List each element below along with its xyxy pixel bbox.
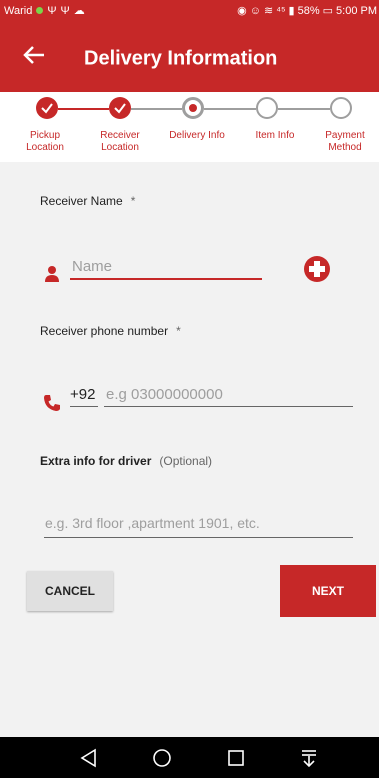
step-label-pickup: Pickup Location <box>26 130 64 153</box>
step-pending-icon <box>330 97 352 119</box>
receiver-name-label: Receiver Name * <box>40 194 135 208</box>
optional-label: (Optional) <box>159 454 213 468</box>
step-label-payment: Payment Method <box>325 130 365 153</box>
system-nav-bar <box>0 737 379 778</box>
network-type: ⁴⁵ <box>276 4 286 17</box>
extra-info-input[interactable]: e.g. 3rd floor ,apartment 1901, etc. <box>45 515 260 531</box>
clock: 5:00 PM <box>336 4 377 17</box>
step-connector <box>204 108 256 110</box>
progress-stepper: Pickup Location Receiver Location Delive… <box>0 92 379 162</box>
back-triangle-icon[interactable] <box>78 747 100 769</box>
step-label-receiver: Receiver Location <box>100 130 140 153</box>
required-mark: * <box>130 194 136 208</box>
signal-icon: ▮ <box>288 5 295 17</box>
step-label-item: Item Info <box>255 130 295 141</box>
required-mark: * <box>176 324 181 338</box>
page-title: Delivery Information <box>84 47 278 70</box>
next-button[interactable]: NEXT <box>280 565 376 617</box>
receiver-name-label-text: Receiver Name <box>40 194 123 208</box>
home-circle-icon[interactable] <box>151 747 173 769</box>
status-bar: Warid Ψ Ψ ☁ ◉ ☺ ≋ ⁴⁵ ▮ 58% ▭ 5:00 PM <box>0 0 379 22</box>
usb-icon: Ψ <box>47 4 57 17</box>
battery-percent: 58% <box>297 4 320 17</box>
receiver-name-input[interactable]: Name <box>72 258 112 275</box>
step-pending-icon <box>256 97 278 119</box>
phone-number-input[interactable]: e.g 03000000000 <box>106 386 223 403</box>
cancel-button[interactable]: CANCEL <box>27 571 113 611</box>
step-done-check-icon <box>36 97 58 119</box>
step-connector <box>278 108 330 110</box>
extra-info-label: Extra info for driver (Optional) <box>40 454 212 468</box>
notification-shade-icon[interactable] <box>298 747 320 769</box>
carrier-name: Warid <box>4 4 33 17</box>
receiver-name-underline <box>70 278 262 280</box>
step-active-icon <box>182 97 204 119</box>
step-label-delivery: Delivery Info <box>169 130 225 141</box>
country-code: +92 <box>70 386 96 403</box>
recent-apps-square-icon[interactable] <box>225 747 247 769</box>
step-connector <box>58 108 109 110</box>
step-connector <box>131 108 182 110</box>
location-icon: ◉ <box>237 5 247 17</box>
eye-icon: ☺ <box>249 4 262 17</box>
app-bar: Delivery Information <box>0 22 379 92</box>
phone-label: Receiver phone number * <box>40 324 181 338</box>
add-contact-plus-icon[interactable] <box>303 255 331 283</box>
extra-info-label-text: Extra info for driver <box>40 454 152 468</box>
delivery-form: Receiver Name * Name Receiver phone numbe… <box>0 162 379 737</box>
usb-icon: Ψ <box>60 4 70 17</box>
carrier-status-icon <box>36 7 44 14</box>
extra-info-underline <box>44 537 353 538</box>
back-arrow-icon[interactable] <box>20 40 50 70</box>
wifi-icon: ≋ <box>264 5 274 17</box>
country-code-underline <box>70 406 98 407</box>
battery-icon: ▭ <box>322 5 334 17</box>
phone-number-underline <box>104 406 353 407</box>
person-icon <box>45 266 59 282</box>
cloud-icon: ☁ <box>73 5 85 17</box>
phone-label-text: Receiver phone number <box>40 324 169 338</box>
phone-icon <box>44 395 60 411</box>
step-done-check-icon <box>109 97 131 119</box>
